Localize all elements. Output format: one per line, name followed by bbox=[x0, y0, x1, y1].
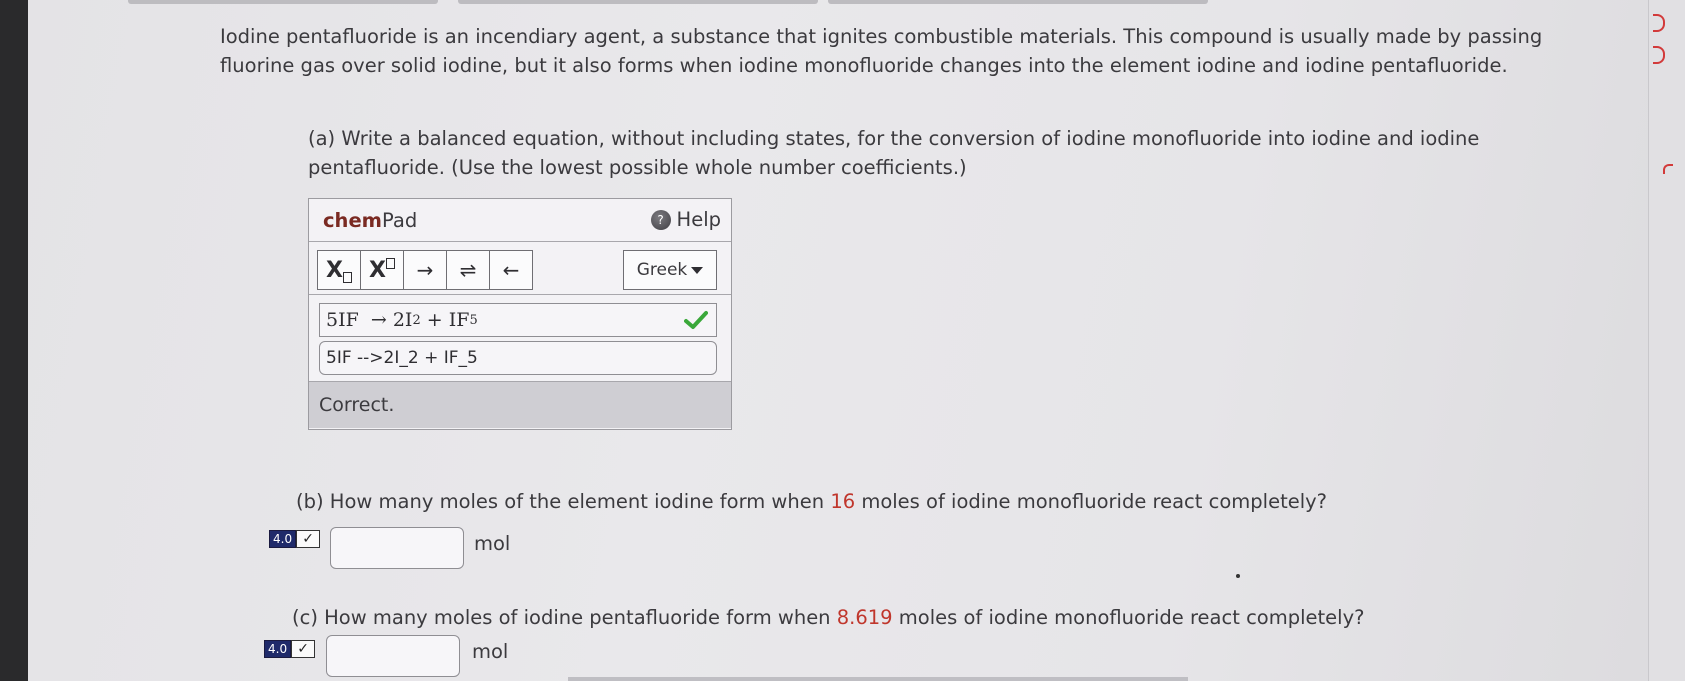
check-icon: ✓ bbox=[296, 530, 321, 548]
part-b-score-badge: 4.0 ✓ bbox=[269, 530, 321, 548]
superscript-button[interactable]: X bbox=[361, 251, 404, 289]
chempad-title: chemPad bbox=[323, 209, 418, 232]
greek-dropdown[interactable]: Greek bbox=[623, 250, 717, 290]
part-c-amount: 8.619 bbox=[836, 606, 893, 629]
red-mark-icon bbox=[1653, 14, 1665, 32]
part-c-unit: mol bbox=[472, 640, 509, 663]
part-c-score-badge: 4.0 ✓ bbox=[264, 640, 316, 658]
arrow-left-button[interactable]: ← bbox=[490, 251, 532, 289]
part-b-question: (b) How many moles of the element iodine… bbox=[296, 490, 1328, 513]
part-c-answer-input[interactable] bbox=[326, 635, 460, 677]
red-mark-icon bbox=[1653, 46, 1665, 64]
bottom-strip bbox=[568, 677, 1188, 681]
chempad-panel: chemPad ? Help X X → ⇌ ← Greek 5IF → 2I 2… bbox=[308, 198, 732, 430]
status-bar: Correct. bbox=[309, 382, 731, 428]
check-icon: ✓ bbox=[291, 640, 316, 658]
checkmark-icon bbox=[684, 311, 708, 329]
arrow-right-button[interactable]: → bbox=[404, 251, 447, 289]
chempad-body: 5IF → 2I 2 + IF 5 5IF -->2I_2 + IF_5 bbox=[309, 295, 731, 382]
help-button[interactable]: ? Help bbox=[650, 208, 721, 231]
equilibrium-arrow-button[interactable]: ⇌ bbox=[447, 251, 490, 289]
subscript-button[interactable]: X bbox=[318, 251, 361, 289]
help-label: Help bbox=[676, 208, 721, 231]
greek-label: Greek bbox=[636, 260, 688, 280]
part-c-question: (c) How many moles of iodine pentafluori… bbox=[292, 606, 1365, 629]
chempad-header: chemPad ? Help bbox=[309, 199, 731, 242]
screen: Iodine pentafluoride is an incendiary ag… bbox=[28, 0, 1685, 681]
red-mark-icon bbox=[1663, 164, 1673, 174]
top-bar bbox=[128, 0, 1648, 8]
part-b-amount: 16 bbox=[830, 490, 856, 513]
chevron-down-icon bbox=[691, 266, 704, 274]
right-panel-edge bbox=[1648, 0, 1685, 681]
part-b-answer-input[interactable] bbox=[330, 527, 464, 569]
intro-text: Iodine pentafluoride is an incendiary ag… bbox=[220, 25, 1543, 77]
stray-dot bbox=[1236, 574, 1240, 578]
format-tool-group: X X → ⇌ ← bbox=[317, 250, 533, 290]
part-a-question: (a) Write a balanced equation, without i… bbox=[308, 127, 1480, 179]
chempad-toolbar: X X → ⇌ ← Greek bbox=[309, 242, 731, 295]
help-icon: ? bbox=[650, 209, 671, 230]
equation-preview: 5IF → 2I 2 + IF 5 bbox=[319, 303, 717, 337]
status-text: Correct. bbox=[319, 394, 395, 416]
equation-input[interactable]: 5IF -->2I_2 + IF_5 bbox=[319, 341, 717, 375]
part-b-unit: mol bbox=[474, 532, 511, 555]
